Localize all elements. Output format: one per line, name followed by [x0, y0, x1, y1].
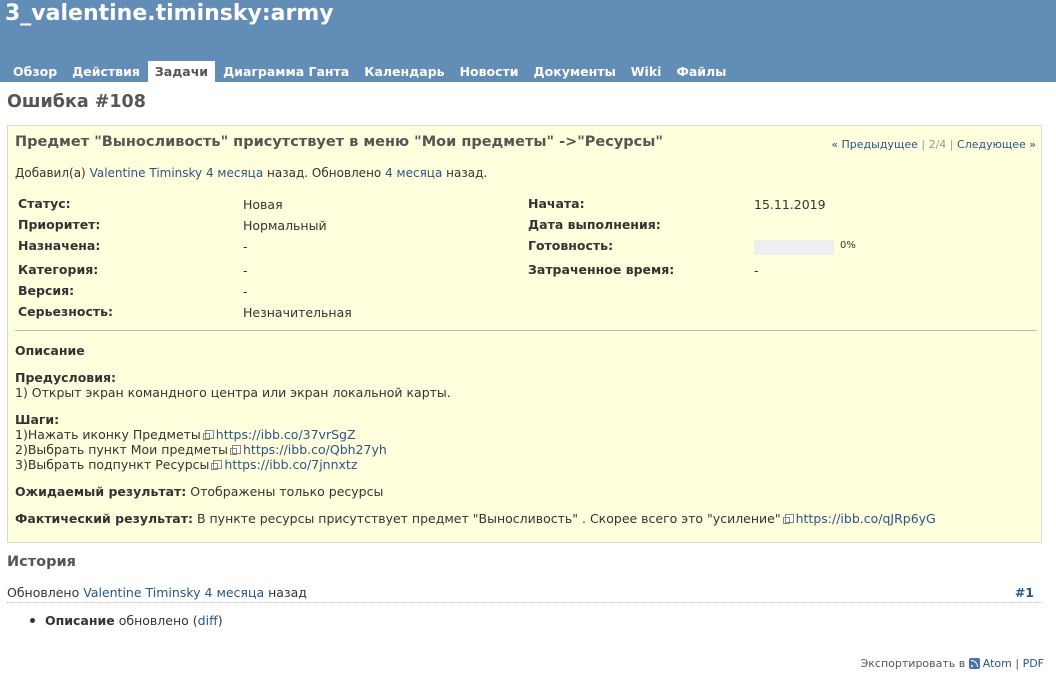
version-label: Версия: — [18, 283, 75, 298]
spent-time-value: - — [754, 263, 759, 278]
actual-result-link[interactable]: https://ibb.co/qJRp6yG — [796, 511, 936, 526]
export-links: Экспортировать в Atom | PDF — [861, 656, 1044, 670]
export-separator: | — [1015, 657, 1020, 670]
issue-author-line: Добавил(а) Valentine Timinsky 4 месяца н… — [15, 166, 487, 180]
step-line: 1)Нажать иконку Предметы https://ibb.co/3… — [15, 427, 356, 442]
updated-time-link[interactable]: 4 месяца — [385, 166, 442, 180]
external-link-icon — [782, 514, 794, 524]
external-link-icon — [230, 445, 241, 455]
steps-label: Шаги: — [15, 412, 60, 427]
step-text: 1)Нажать иконку Предметы — [15, 427, 201, 442]
issue-subject: Предмет "Выносливость" присутствует в ме… — [15, 134, 663, 150]
actual-result-label: Фактический результат: — [15, 511, 193, 526]
step-line: 3)Выбрать подпункт Ресурсы https://ibb.co… — [15, 457, 357, 472]
spent-time-label: Затраченное время: — [528, 262, 675, 277]
version-value: - — [243, 284, 248, 299]
journal-detail-text: обновлено — [118, 613, 189, 628]
external-link-icon — [202, 430, 214, 440]
status-label: Статус: — [18, 196, 71, 211]
project-title: 3_valentine.timinsky:army — [5, 1, 334, 26]
journal-number-link[interactable]: #1 — [1015, 585, 1034, 600]
added-time-link[interactable]: 4 месяца — [206, 166, 263, 180]
journal-updated-label: Обновлено — [7, 585, 80, 600]
tab-documents[interactable]: Документы — [527, 61, 623, 82]
next-issue-link[interactable]: Следующее » — [957, 138, 1036, 151]
priority-label: Приоритет: — [18, 217, 101, 232]
top-header: 3_valentine.timinsky:army Обзор Действия… — [0, 0, 1056, 82]
start-date-label: Начата: — [528, 196, 585, 211]
issue-position: 2/4 — [928, 138, 947, 151]
author-link[interactable]: Valentine Timinsky — [90, 166, 203, 180]
expected-result-text: Отображены только ресурсы — [190, 484, 384, 499]
bullet-icon — [30, 618, 35, 623]
tab-overview[interactable]: Обзор — [6, 61, 64, 82]
tab-news[interactable]: Новости — [453, 61, 526, 82]
severity-value: Незначительная — [243, 305, 352, 320]
tab-files[interactable]: Файлы — [669, 61, 733, 82]
step-link[interactable]: https://ibb.co/7jnnxtz — [224, 457, 357, 472]
previous-issue-link[interactable]: « Предыдущее — [831, 138, 918, 151]
journal-detail-item: Описание обновлено (diff) — [30, 613, 223, 628]
done-ratio-value: 0% — [840, 240, 856, 251]
step-text: 2)Выбрать пункт Мои предметы — [15, 442, 228, 457]
main-menu: Обзор Действия Задачи Диаграмма Ганта Ка… — [6, 61, 735, 82]
done-ratio-label: Готовность: — [528, 238, 614, 253]
category-value: - — [243, 263, 248, 278]
journal-entry-header: Обновлено Valentine Timinsky 4 месяца на… — [7, 585, 1042, 603]
assigned-value: - — [243, 239, 248, 254]
tab-activity[interactable]: Действия — [65, 61, 147, 82]
severity-label: Серьезность: — [18, 304, 114, 319]
status-value: Новая — [243, 197, 283, 212]
tab-wiki[interactable]: Wiki — [624, 61, 669, 82]
updated-label: назад. Обновлено — [267, 166, 382, 180]
journal-ago-label: назад — [268, 585, 307, 600]
actual-result-text: В пункте ресурсы присутствует предмет "В… — [196, 511, 781, 526]
page-title: Ошибка #108 — [7, 92, 146, 112]
rss-feed-icon — [968, 658, 980, 669]
preconditions-text: 1) Открыт экран командного центра или эк… — [15, 385, 451, 400]
nav-separator: | — [921, 138, 926, 151]
expected-result: Ожидаемый результат: Отображены только р… — [15, 484, 383, 499]
atom-export-link[interactable]: Atom — [983, 657, 1012, 670]
step-link[interactable]: https://ibb.co/Qbh27yh — [243, 442, 387, 457]
done-ratio-progress-bar — [754, 240, 834, 255]
added-by-label: Добавил(а) — [15, 166, 86, 180]
external-link-icon — [211, 460, 223, 470]
section-divider — [15, 330, 1037, 331]
actual-result: Фактический результат: В пункте ресурсы … — [15, 511, 936, 526]
step-text: 3)Выбрать подпункт Ресурсы — [15, 457, 210, 472]
expected-result-label: Ожидаемый результат: — [15, 484, 187, 499]
journal-time-link[interactable]: 4 месяца — [205, 585, 265, 600]
due-date-label: Дата выполнения: — [528, 217, 661, 232]
priority-value: Нормальный — [243, 218, 327, 233]
tab-issues[interactable]: Задачи — [147, 61, 216, 82]
diff-link[interactable]: diff — [198, 613, 218, 628]
journal-detail-field: Описание — [45, 613, 115, 628]
tab-calendar[interactable]: Календарь — [357, 61, 451, 82]
assigned-label: Назначена: — [18, 238, 101, 253]
preconditions-label: Предусловия: — [15, 370, 116, 385]
pdf-export-link[interactable]: PDF — [1023, 657, 1044, 670]
tab-gantt[interactable]: Диаграмма Ганта — [216, 61, 356, 82]
nav-separator: | — [949, 138, 954, 151]
diff-close-paren: ) — [217, 613, 223, 628]
ago-label: назад. — [446, 166, 488, 180]
journal-author-link[interactable]: Valentine Timinsky — [83, 585, 200, 600]
description-title: Описание — [15, 343, 85, 358]
category-label: Категория: — [18, 262, 99, 277]
step-link[interactable]: https://ibb.co/37vrSgZ — [216, 427, 356, 442]
start-date-value: 15.11.2019 — [754, 197, 826, 212]
history-title: История — [7, 554, 76, 570]
issue-navigation: « Предыдущее | 2/4 | Следующее » — [831, 138, 1036, 151]
issue-details-box: Предмет "Выносливость" присутствует в ме… — [7, 125, 1042, 543]
step-line: 2)Выбрать пункт Мои предметы https://ibb.… — [15, 442, 387, 457]
export-label: Экспортировать в — [860, 657, 966, 670]
